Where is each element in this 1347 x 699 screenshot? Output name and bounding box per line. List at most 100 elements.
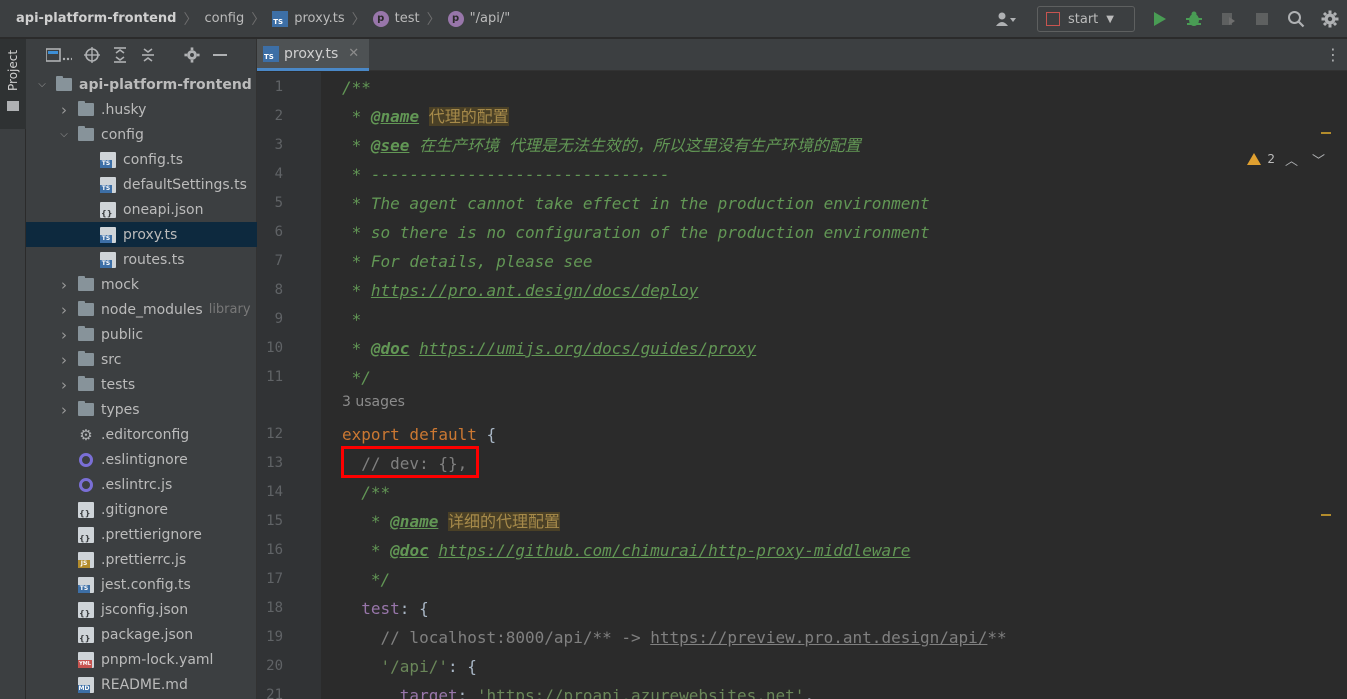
breadcrumb-project[interactable]: api-platform-frontend (16, 11, 176, 26)
chevron-down-icon[interactable]: ⌵ (34, 79, 50, 90)
chevron-right-icon: 〉 (251, 11, 266, 28)
tree-item[interactable]: ⌵ api-platform-frontend (26, 72, 257, 97)
project-view-select[interactable] (40, 43, 78, 67)
tree-item[interactable]: jsconfig.json (26, 597, 257, 622)
hide-panel-icon[interactable] (206, 43, 234, 67)
tree-item-label: config.ts (123, 151, 184, 168)
code-line[interactable]: /** (342, 73, 371, 102)
tree-item[interactable]: package.json (26, 622, 257, 647)
folder-icon (78, 401, 94, 416)
stop-icon[interactable] (1245, 0, 1279, 38)
tree-item[interactable]: › types (26, 397, 257, 422)
code-token[interactable]: https://umijs.org/docs/guides/proxy (419, 339, 756, 358)
scrollbar-warning-marker[interactable] (1321, 132, 1331, 134)
chevron-right-icon[interactable]: › (56, 101, 72, 119)
code-token[interactable]: https://preview.pro.ant.design/api/ (650, 628, 987, 647)
code-line[interactable]: */ (342, 363, 371, 392)
locate-file-icon[interactable] (78, 43, 106, 67)
code-line[interactable]: * For details, please see (342, 247, 593, 276)
code-line[interactable]: test: { (342, 594, 428, 623)
tree-item[interactable]: .prettierignore (26, 522, 257, 547)
tree-item[interactable]: routes.ts (26, 247, 257, 272)
tree-item[interactable]: .prettierrc.js (26, 547, 257, 572)
settings-gear-icon[interactable] (1313, 0, 1347, 38)
breadcrumb-file[interactable]: TS proxy.ts (272, 10, 345, 27)
tree-item[interactable]: › tests (26, 372, 257, 397)
chevron-right-icon[interactable]: › (56, 376, 72, 394)
coverage-icon[interactable] (1211, 0, 1245, 38)
code-token: export default (342, 425, 477, 444)
tree-item[interactable]: › node_modules library (26, 297, 257, 322)
tree-item[interactable]: .eslintrc.js (26, 472, 257, 497)
code-line[interactable]: */ (342, 565, 390, 594)
code-line[interactable]: * The agent cannot take effect in the pr… (342, 189, 930, 218)
code-line[interactable]: * https://pro.ant.design/docs/deploy (342, 276, 699, 305)
chevron-down-icon[interactable]: ⌵ (56, 129, 72, 140)
tree-item[interactable]: README.md (26, 672, 257, 697)
debug-icon[interactable] (1177, 0, 1211, 38)
chevron-right-icon[interactable]: › (56, 276, 72, 294)
tree-item[interactable]: proxy.ts (26, 222, 257, 247)
run-icon[interactable] (1143, 0, 1177, 38)
code-line[interactable]: * @doc https://umijs.org/docs/guides/pro… (342, 334, 757, 363)
code-line[interactable]: * ------------------------------- (342, 160, 670, 189)
breadcrumb-property-test[interactable]: p test (372, 10, 420, 27)
chevron-up-icon[interactable]: ︿ (1285, 150, 1298, 169)
tree-item[interactable]: defaultSettings.ts (26, 172, 257, 197)
code-editor[interactable]: 3 usages 2 ︿ ﹀ /** * @name 代理的配置 * @see … (321, 72, 1331, 699)
code-line[interactable]: export default { (342, 420, 496, 449)
search-icon[interactable] (1279, 0, 1313, 38)
tree-item-label: oneapi.json (123, 201, 204, 218)
code-line[interactable]: '/api/': { (342, 652, 477, 681)
scrollbar-warning-marker[interactable] (1321, 514, 1331, 516)
code-token[interactable]: https://pro.ant.design/docs/deploy (371, 281, 699, 300)
tree-item[interactable]: › src (26, 347, 257, 372)
project-tool-window-button[interactable]: Project (0, 39, 26, 129)
user-menu-icon[interactable] (985, 0, 1029, 38)
tree-item[interactable]: › mock (26, 272, 257, 297)
chevron-down-icon[interactable]: ﹀ (1312, 150, 1325, 169)
code-line[interactable]: // localhost:8000/api/** -> https://prev… (342, 623, 1007, 652)
inspection-warnings[interactable]: 2 (1247, 152, 1275, 166)
code-line[interactable]: * so there is no configuration of the pr… (342, 218, 930, 247)
tree-item[interactable]: .gitignore (26, 497, 257, 522)
tree-item[interactable]: jest.config.ts (26, 572, 257, 597)
more-options-icon[interactable]: ⋮ (1325, 45, 1341, 64)
code-token[interactable]: https://github.com/chimurai/http-proxy-m… (438, 541, 910, 560)
run-configuration-select[interactable]: start ▼ (1037, 6, 1135, 32)
code-line[interactable]: * @name 详细的代理配置 (342, 507, 560, 536)
tree-item[interactable]: ⚙ .editorconfig (26, 422, 257, 447)
tree-item[interactable]: config.ts (26, 147, 257, 172)
code-line[interactable]: * (342, 305, 362, 334)
tree-item[interactable]: pnpm-lock.yaml (26, 647, 257, 672)
project-settings-gear-icon[interactable] (178, 43, 206, 67)
code-line[interactable]: * @doc https://github.com/chimurai/http-… (342, 536, 910, 565)
code-line[interactable]: * @name 代理的配置 (342, 102, 509, 131)
tree-item[interactable]: ⌵ config (26, 122, 257, 147)
usages-hint[interactable]: 3 usages (342, 394, 405, 410)
tree-item-label: .editorconfig (101, 426, 190, 443)
collapse-all-icon[interactable] (134, 43, 162, 67)
chevron-right-icon[interactable]: › (56, 401, 72, 419)
warning-count: 2 (1267, 152, 1275, 166)
chevron-right-icon[interactable]: › (56, 326, 72, 344)
chevron-right-icon[interactable]: › (56, 301, 72, 319)
tree-item[interactable]: .eslintignore (26, 447, 257, 472)
code-line[interactable]: * @see 在生产环境 代理是无法生效的，所以这里没有生产环境的配置 (342, 131, 861, 160)
tree-item[interactable]: › public (26, 322, 257, 347)
chevron-right-icon[interactable]: › (56, 351, 72, 369)
code-line[interactable]: target: 'https://proapi.azurewebsites.ne… (342, 681, 814, 699)
close-tab-icon[interactable]: ✕ (348, 46, 359, 61)
folder-icon (56, 76, 72, 91)
breadcrumb-file-label: proxy.ts (294, 11, 345, 26)
tab-proxy-ts[interactable]: TS proxy.ts ✕ (257, 39, 369, 71)
expand-all-icon[interactable] (106, 43, 134, 67)
tab-label: proxy.ts (284, 45, 339, 62)
breadcrumb-property-api[interactable]: p "/api/" (447, 10, 510, 27)
tree-item[interactable]: oneapi.json (26, 197, 257, 222)
code-line[interactable]: /** (342, 478, 390, 507)
line-number: 8 (274, 282, 283, 298)
tree-item[interactable]: › .husky (26, 97, 257, 122)
tree-item-label: config (101, 126, 144, 143)
breadcrumb-folder[interactable]: config (204, 11, 244, 26)
